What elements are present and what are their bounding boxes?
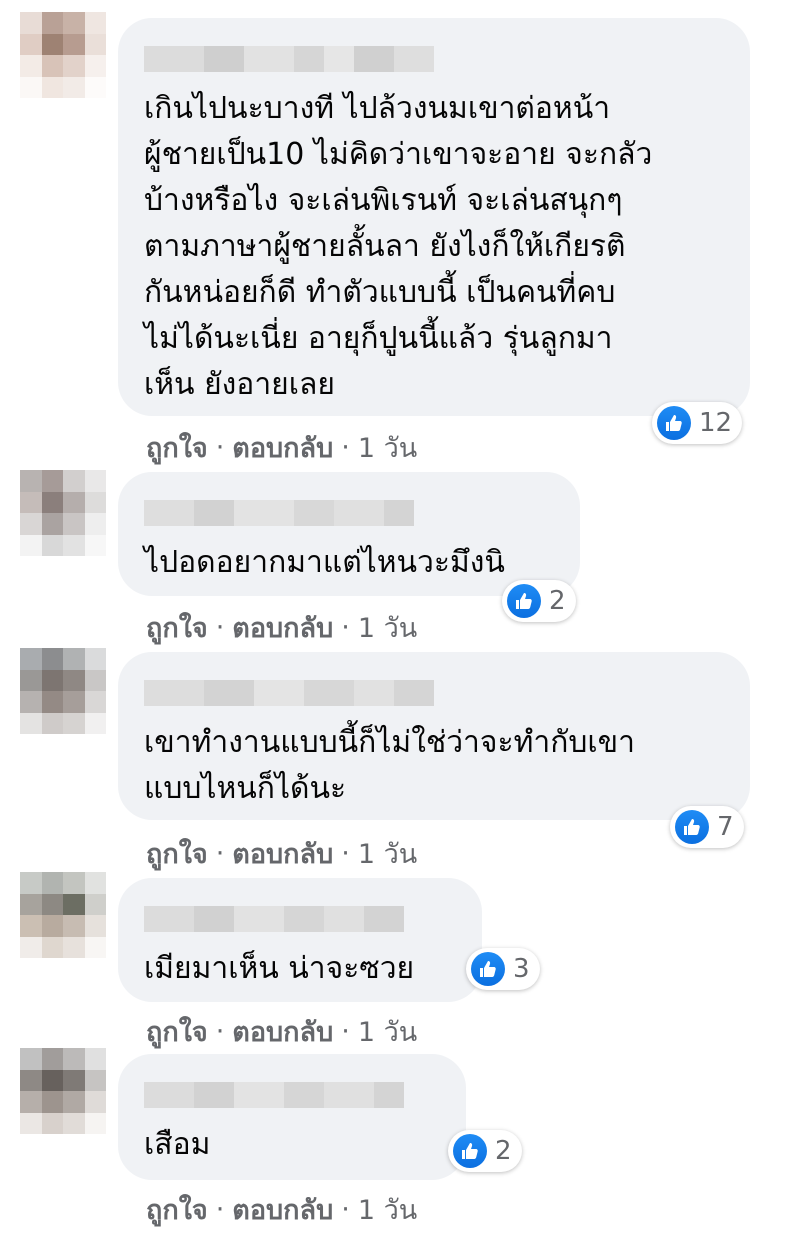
reaction-count: 2 (495, 1136, 512, 1166)
reaction-count: 3 (513, 954, 530, 984)
separator-dot: · (215, 1016, 225, 1047)
comment-actions: ถูกใจ · ตอบกลับ · 1 วัน (146, 606, 417, 649)
comment-bubble: ไปอดอยากมาแต่ไหนวะมึงนิ (118, 472, 580, 596)
reaction-badge[interactable]: 3 (466, 948, 540, 990)
comment-text: เสือม (144, 1127, 211, 1162)
timestamp[interactable]: 1 วัน (358, 426, 417, 469)
blurred-author-name[interactable] (144, 680, 724, 706)
avatar[interactable] (20, 1048, 106, 1134)
blurred-author-name[interactable] (144, 1082, 440, 1108)
comment-text: เขาทำงานแบบนี้ก็ไม่ใช่ว่าจะทำกับเขา แบบไ… (144, 725, 636, 806)
comment-text: เมียมาเห็น น่าจะซวย (144, 951, 415, 986)
reaction-badge[interactable]: 2 (448, 1130, 522, 1172)
like-icon (471, 952, 505, 986)
comment-actions: ถูกใจ · ตอบกลับ · 1 วัน (146, 426, 417, 469)
avatar[interactable] (20, 470, 106, 556)
like-link[interactable]: ถูกใจ (146, 1010, 208, 1053)
separator-dot: · (341, 1016, 350, 1047)
comment-bubble: เกินไปนะบางที ไปล้วงนมเขาต่อหน้า ผู้ชายเ… (118, 18, 750, 416)
comment-actions: ถูกใจ · ตอบกลับ · 1 วัน (146, 1010, 417, 1053)
comment-text: ไปอดอยากมาแต่ไหนวะมึงนิ (144, 545, 505, 580)
reply-link[interactable]: ตอบกลับ (232, 606, 333, 649)
blurred-author-name[interactable] (144, 46, 724, 72)
like-link[interactable]: ถูกใจ (146, 606, 208, 649)
reaction-count: 12 (699, 408, 733, 438)
timestamp[interactable]: 1 วัน (358, 606, 417, 649)
comment-actions: ถูกใจ · ตอบกลับ · 1 วัน (146, 832, 417, 875)
blurred-author-name[interactable] (144, 906, 456, 932)
reaction-count: 7 (717, 812, 734, 842)
separator-dot: · (341, 838, 350, 869)
like-link[interactable]: ถูกใจ (146, 426, 208, 469)
reaction-badge[interactable]: 2 (502, 580, 576, 622)
like-icon (657, 406, 691, 440)
separator-dot: · (215, 1194, 225, 1225)
reply-link[interactable]: ตอบกลับ (232, 1010, 333, 1053)
comment-bubble: เมียมาเห็น น่าจะซวย (118, 878, 482, 1002)
reply-link[interactable]: ตอบกลับ (232, 426, 333, 469)
blurred-author-name[interactable] (144, 500, 554, 526)
timestamp[interactable]: 1 วัน (358, 1010, 417, 1053)
like-icon (675, 810, 709, 844)
reply-link[interactable]: ตอบกลับ (232, 832, 333, 875)
reaction-badge[interactable]: 7 (670, 806, 744, 848)
comment-bubble: เขาทำงานแบบนี้ก็ไม่ใช่ว่าจะทำกับเขา แบบไ… (118, 652, 750, 820)
separator-dot: · (341, 432, 350, 463)
comment-text: เกินไปนะบางที ไปล้วงนมเขาต่อหน้า ผู้ชายเ… (144, 91, 653, 402)
reaction-badge[interactable]: 12 (652, 402, 743, 444)
comment-bubble: เสือม (118, 1054, 466, 1180)
reaction-count: 2 (549, 586, 566, 616)
separator-dot: · (215, 838, 225, 869)
like-icon (453, 1134, 487, 1168)
separator-dot: · (341, 612, 350, 643)
like-link[interactable]: ถูกใจ (146, 832, 208, 875)
separator-dot: · (215, 432, 225, 463)
like-link[interactable]: ถูกใจ (146, 1188, 208, 1231)
avatar[interactable] (20, 648, 106, 734)
comment-actions: ถูกใจ · ตอบกลับ · 1 วัน (146, 1188, 417, 1231)
avatar[interactable] (20, 12, 106, 98)
reply-link[interactable]: ตอบกลับ (232, 1188, 333, 1231)
separator-dot: · (341, 1194, 350, 1225)
avatar[interactable] (20, 872, 106, 958)
timestamp[interactable]: 1 วัน (358, 1188, 417, 1231)
timestamp[interactable]: 1 วัน (358, 832, 417, 875)
like-icon (507, 584, 541, 618)
separator-dot: · (215, 612, 225, 643)
